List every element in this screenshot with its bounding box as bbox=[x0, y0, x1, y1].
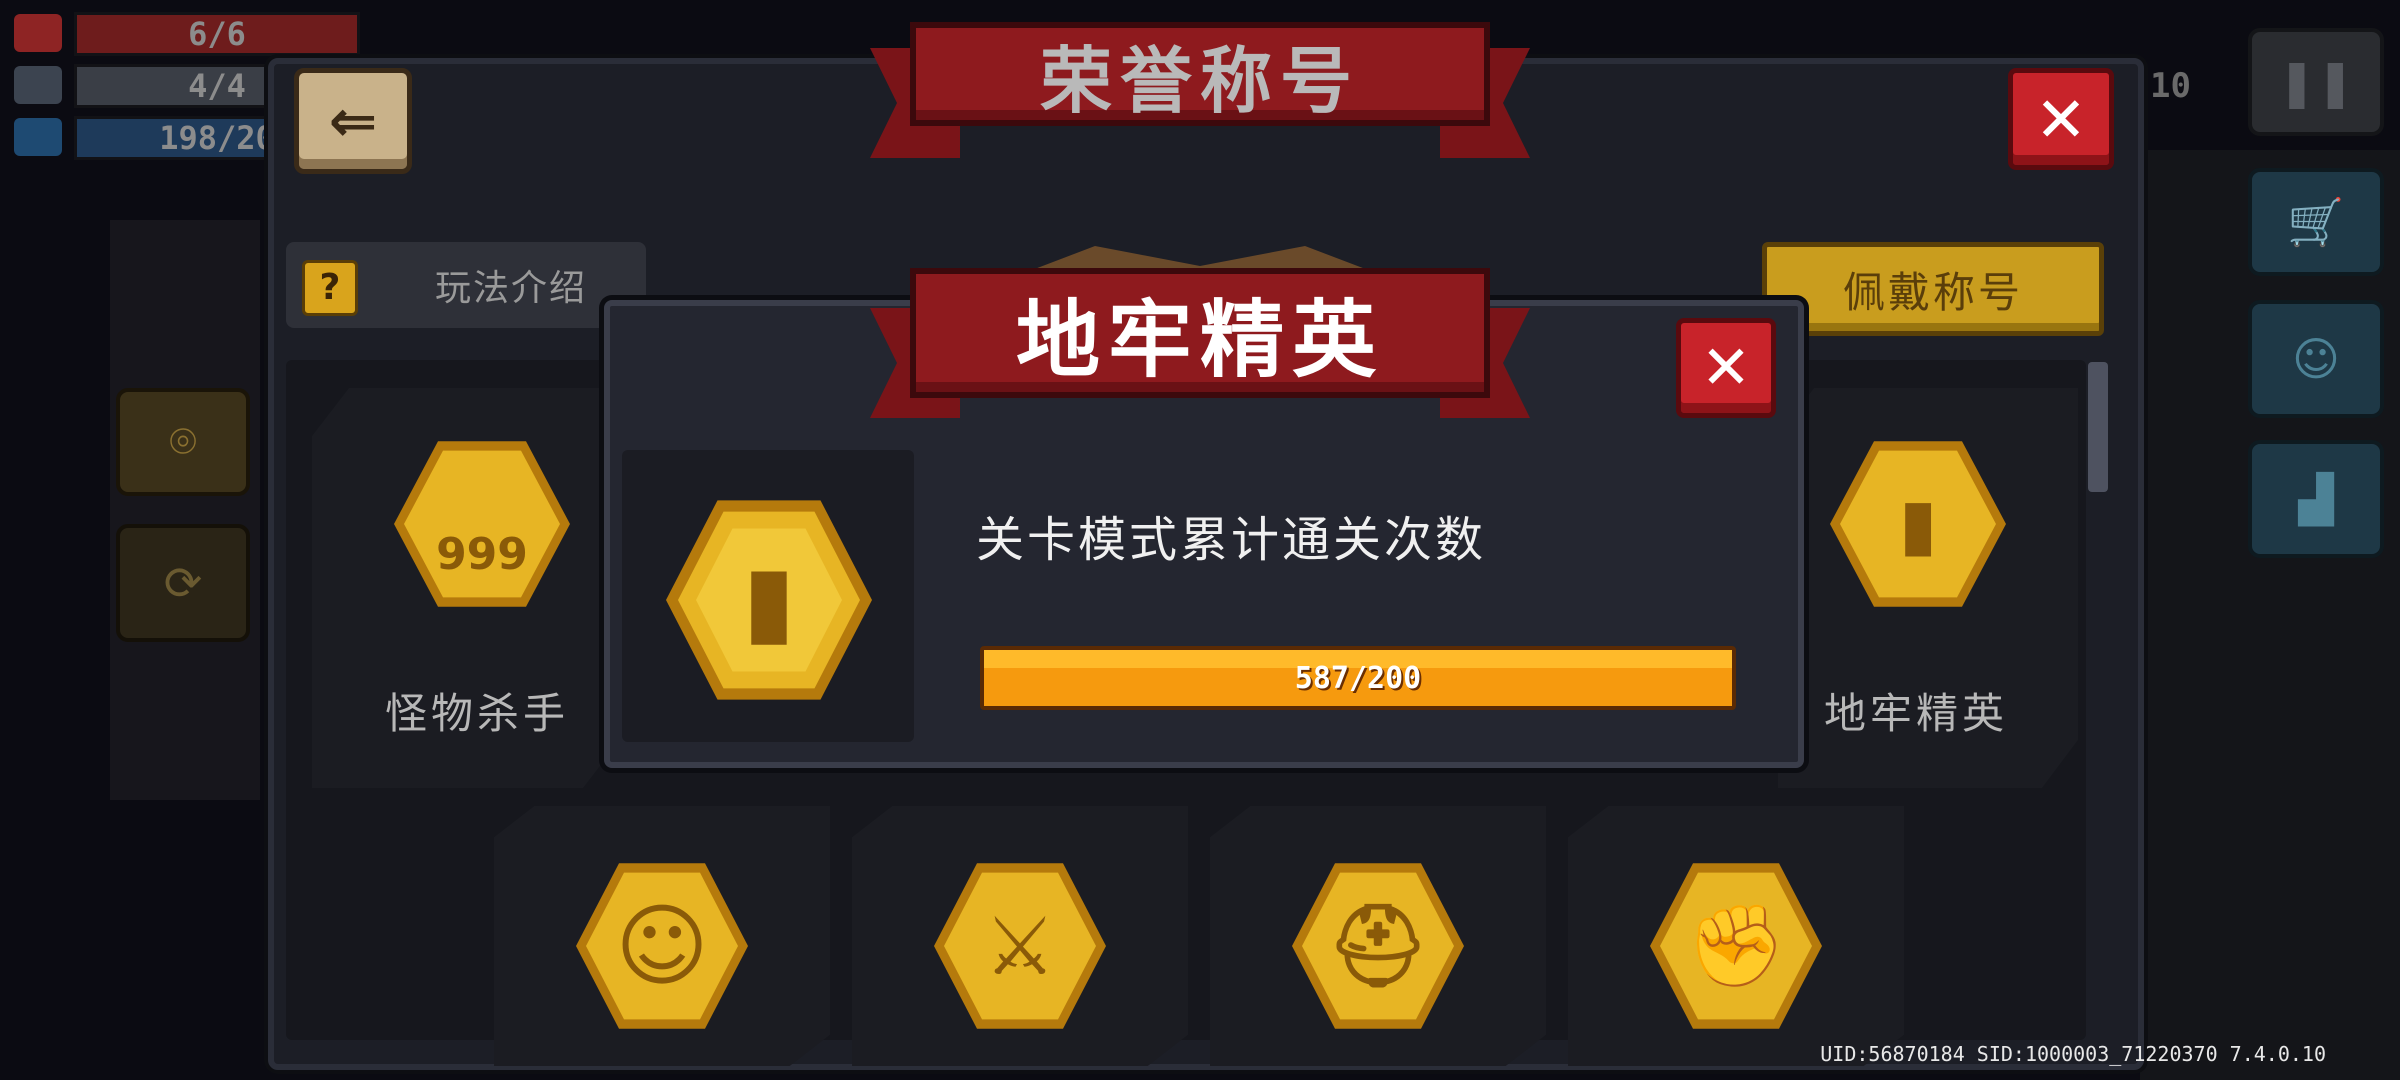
panel-title-ribbon: 荣誉称号 bbox=[870, 22, 1530, 158]
gameplay-intro-button[interactable]: ? 玩法介绍 bbox=[286, 242, 646, 328]
close-icon: ✕ bbox=[2035, 82, 2087, 156]
shop-cart-button[interactable]: 🛒 bbox=[2248, 168, 2384, 276]
achievement-progress-bar: 587/200 bbox=[980, 646, 1736, 710]
health-stat: 6/6 bbox=[14, 10, 360, 56]
profile-icon: ☺ bbox=[2292, 332, 2340, 386]
uid-footer: UID:56870184 SID:1000003_71220370 7.4.0.… bbox=[1820, 1042, 2326, 1066]
heart-icon bbox=[14, 14, 62, 52]
wear-title-button[interactable]: 佩戴称号 bbox=[1762, 242, 2104, 336]
popup-title: 地牢精英 bbox=[1015, 290, 1384, 389]
title-label-monster-killer: 怪物杀手 bbox=[384, 689, 569, 738]
popup-title-ribbon: 地牢精英 bbox=[870, 268, 1530, 418]
health-value: 6/6 bbox=[188, 15, 246, 53]
title-label-dungeon-elite: 地牢精英 bbox=[1823, 689, 2008, 738]
back-arrow-icon: ⇐ bbox=[328, 87, 378, 155]
background-scene-right bbox=[2140, 150, 2400, 1080]
pause-button[interactable]: ❚❚ bbox=[2248, 28, 2384, 136]
partial-counter: 10 bbox=[2150, 66, 2191, 106]
cart-icon: 🛒 bbox=[2287, 194, 2345, 249]
achievement-description: 关卡模式累计通关次数 bbox=[976, 512, 1487, 568]
gameplay-intro-label: 玩法介绍 bbox=[434, 268, 587, 309]
refresh-icon: ⟳ bbox=[163, 556, 203, 610]
panel-title: 荣誉称号 bbox=[1039, 38, 1360, 123]
profile-button[interactable]: ☺ bbox=[2248, 300, 2384, 418]
popup-close-icon: ✕ bbox=[1700, 333, 1752, 403]
refresh-button[interactable]: ⟳ bbox=[116, 524, 250, 642]
progress-text: 587/200 bbox=[1294, 660, 1422, 696]
map-location-button[interactable]: ⌾ bbox=[116, 388, 250, 496]
location-pin-icon: ⌾ bbox=[169, 414, 197, 468]
stairs-icon: ▟ bbox=[2298, 472, 2334, 526]
pause-icon: ❚❚ bbox=[2277, 55, 2355, 109]
wear-title-label: 佩戴称号 bbox=[1842, 267, 2023, 317]
question-icon: ? bbox=[302, 260, 358, 316]
popup-close-button[interactable]: ✕ bbox=[1676, 318, 1776, 418]
health-bar: 6/6 bbox=[74, 12, 360, 56]
energy-diamond-icon bbox=[14, 118, 62, 156]
panel-close-button[interactable]: ✕ bbox=[2008, 68, 2114, 170]
title-grid-scrollbar[interactable] bbox=[2088, 362, 2108, 492]
background-scene-left bbox=[110, 220, 260, 800]
stairs-button[interactable]: ▟ bbox=[2248, 440, 2384, 558]
shield-icon bbox=[14, 66, 62, 104]
back-button[interactable]: ⇐ bbox=[294, 68, 412, 174]
